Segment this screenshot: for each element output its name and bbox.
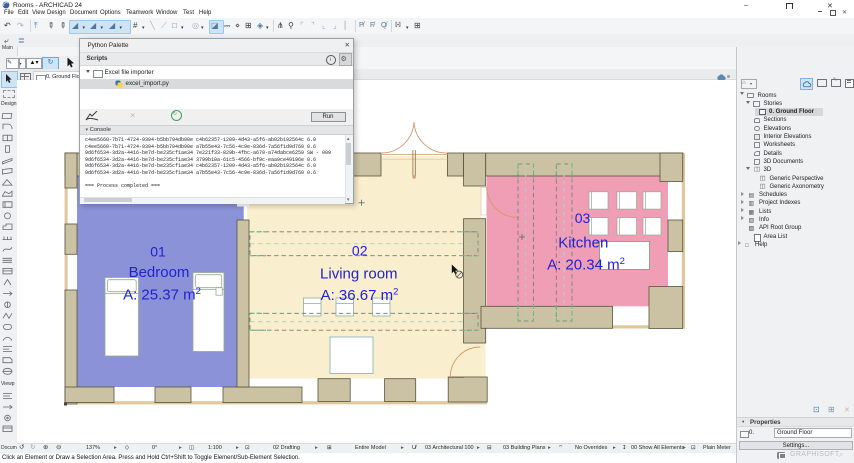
svg-text:Bedroom: Bedroom [129, 264, 190, 281]
svg-text:03: 03 [575, 210, 591, 226]
svg-text:A: 20.34 m2: A: 20.34 m2 [547, 256, 625, 274]
svg-text:A: 25.37 m2: A: 25.37 m2 [123, 286, 201, 304]
svg-text:A: 36.67 m2: A: 36.67 m2 [321, 286, 399, 304]
svg-text:02: 02 [352, 243, 368, 259]
svg-text:Living room: Living room [320, 266, 398, 283]
svg-text:Kitchen: Kitchen [558, 235, 608, 252]
svg-text:01: 01 [150, 243, 166, 259]
